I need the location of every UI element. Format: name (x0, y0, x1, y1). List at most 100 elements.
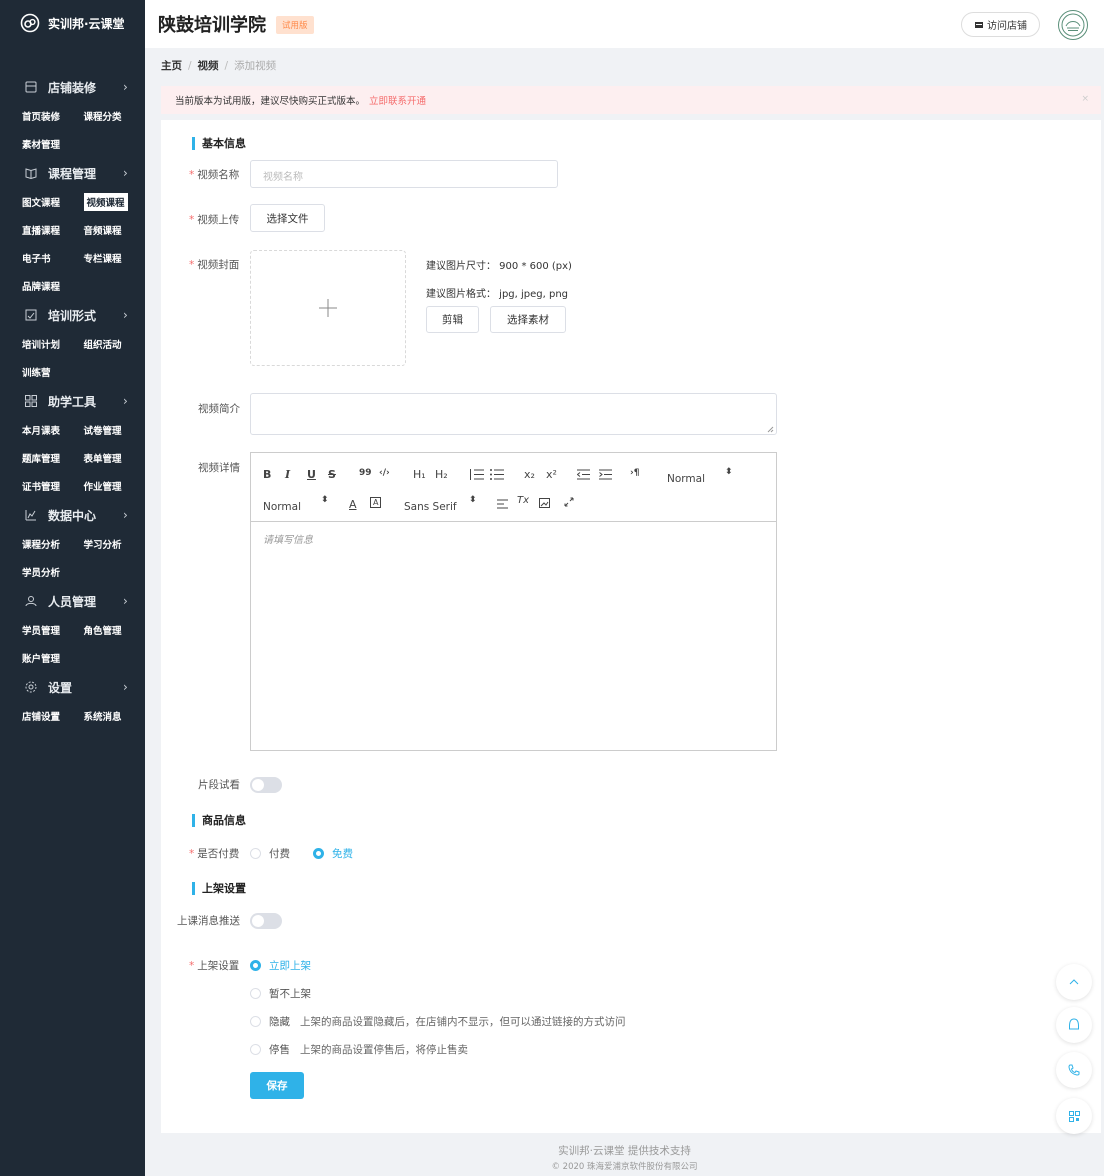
sidebar-item-ebook[interactable]: 电子书 (22, 251, 84, 265)
sidebar-item-system-messages[interactable]: 系统消息 (84, 709, 146, 723)
choose-material-button[interactable]: 选择素材 (490, 306, 566, 333)
image-icon[interactable] (539, 498, 550, 508)
select-arrows-icon[interactable]: ⬍ (321, 495, 329, 505)
visit-store-button[interactable]: 访问店铺 (961, 12, 1040, 37)
menu-group-training-form[interactable]: 培训形式 › (0, 300, 145, 330)
save-button[interactable]: 保存 (250, 1072, 304, 1099)
sidebar-item-training-plan[interactable]: 培训计划 (22, 337, 84, 351)
size-select[interactable]: Normal (263, 501, 301, 513)
sidebar-item-study-analysis[interactable]: 学习分析 (84, 537, 146, 551)
select-arrows-icon[interactable]: ⬍ (725, 467, 733, 477)
menu-group-study-tools[interactable]: 助学工具 › (0, 386, 145, 416)
sidebar-item-activity[interactable]: 组织活动 (84, 337, 146, 351)
crop-button[interactable]: 剪辑 (426, 306, 479, 333)
choose-file-button[interactable]: 选择文件 (250, 204, 325, 232)
font-select[interactable]: Sans Serif (404, 501, 457, 513)
qr-code-button[interactable] (1056, 1098, 1092, 1134)
sidebar-item-certificate[interactable]: 证书管理 (22, 479, 84, 493)
sidebar-item-exam-management[interactable]: 试卷管理 (84, 423, 146, 437)
background-color-icon[interactable]: A (370, 497, 382, 508)
bold-button[interactable]: B (263, 468, 271, 481)
sidebar-item-course-analysis[interactable]: 课程分析 (22, 537, 84, 551)
sidebar-item-student-management[interactable]: 学员管理 (22, 623, 84, 637)
menu-group-store-decoration[interactable]: 店铺装修 › (0, 72, 145, 102)
radio-circle (250, 960, 261, 971)
sidebar-item-student-analysis[interactable]: 学员分析 (22, 565, 90, 579)
h1-button[interactable]: H₁ (413, 468, 426, 481)
breadcrumb-video[interactable]: 视频 (198, 60, 219, 72)
phone-button[interactable] (1056, 1052, 1092, 1088)
video-name-placeholder: 视频名称 (263, 172, 303, 183)
radio-circle (250, 988, 261, 999)
text-direction-icon[interactable]: ›¶ (630, 468, 639, 478)
top-header: 陕鼓培训学院 试用版 访问店铺 (145, 0, 1104, 48)
strikethrough-button[interactable]: S (328, 468, 336, 481)
sidebar-item-account-management[interactable]: 账户管理 (22, 651, 90, 665)
radio-hidden[interactable]: 隐藏 上架的商品设置隐藏后，在店铺内不显示，但可以通过链接的方式访问 (250, 1014, 626, 1029)
radio-not-listed[interactable]: 暂不上架 (250, 986, 311, 1001)
chat-button[interactable] (1056, 1007, 1092, 1043)
bullet-list-icon[interactable] (490, 469, 504, 480)
sidebar-item-monthly-schedule[interactable]: 本月课表 (22, 423, 84, 437)
cover-upload-box[interactable] (250, 250, 406, 366)
chevron-right-icon: › (123, 680, 128, 694)
sidebar-item-live-course[interactable]: 直播课程 (22, 223, 84, 237)
sidebar-item-text-course[interactable]: 图文课程 (22, 195, 84, 209)
menu-group-settings[interactable]: 设置 › (0, 672, 145, 702)
outdent-icon[interactable] (577, 469, 590, 480)
select-arrows-icon[interactable]: ⬍ (469, 495, 477, 505)
quote-icon[interactable]: 99 (359, 468, 372, 478)
sidebar-item-homework[interactable]: 作业管理 (84, 479, 146, 493)
text-color-icon[interactable]: A (349, 498, 357, 511)
sidebar-item-course-category[interactable]: 课程分类 (84, 109, 146, 123)
close-icon[interactable]: × (1081, 94, 1089, 104)
sidebar-item-question-bank[interactable]: 题库管理 (22, 451, 84, 465)
sidebar-item-bootcamp[interactable]: 训练营 (22, 365, 90, 379)
breadcrumb-home[interactable]: 主页 (161, 60, 182, 72)
video-upload-label: * 视频上传 (189, 214, 240, 226)
code-icon[interactable]: ‹/› (379, 468, 390, 478)
sidebar-item-store-settings[interactable]: 店铺设置 (22, 709, 84, 723)
radio-discontinued[interactable]: 停售 上架的商品设置停售后，将停止售卖 (250, 1042, 468, 1057)
footer: 实训邦·云课堂 提供技术支持 © 2020 珠海爱浦京软件股份有限公司 (145, 1143, 1104, 1172)
subscript-button[interactable]: x₂ (524, 468, 535, 481)
logo[interactable]: 实训邦·云课堂 (0, 0, 145, 46)
underline-button[interactable]: U (307, 468, 316, 481)
header-select[interactable]: Normal (667, 473, 705, 485)
sidebar-item-form-management[interactable]: 表单管理 (84, 451, 146, 465)
class-push-toggle[interactable] (250, 913, 282, 929)
radio-list-now[interactable]: 立即上架 (250, 958, 311, 973)
sidebar-item-video-course[interactable]: 视频课程 (83, 193, 146, 211)
menu-group-data-center[interactable]: 数据中心 › (0, 500, 145, 530)
sidebar-item-brand-course[interactable]: 品牌课程 (22, 279, 90, 293)
rich-text-editor[interactable]: 请填写信息 (250, 521, 777, 751)
align-icon[interactable] (497, 499, 508, 509)
sidebar-item-column-course[interactable]: 专栏课程 (84, 251, 146, 265)
menu-group-label: 数据中心 (48, 508, 97, 523)
storefront-icon (24, 80, 38, 94)
avatar[interactable] (1058, 10, 1088, 40)
h2-button[interactable]: H₂ (435, 468, 448, 481)
radio-free[interactable]: 免费 (313, 846, 353, 861)
breadcrumb: 主页 / 视频 / 添加视频 (161, 58, 276, 73)
radio-paid[interactable]: 付费 (250, 846, 290, 861)
italic-button[interactable]: I (285, 468, 290, 481)
menu-group-course-management[interactable]: 课程管理 › (0, 158, 145, 188)
footer-copyright: © 2020 珠海爱浦京软件股份有限公司 (551, 1162, 698, 1172)
sidebar-item-role-management[interactable]: 角色管理 (84, 623, 146, 637)
video-intro-textarea[interactable] (250, 393, 777, 435)
sidebar-item-home-decoration[interactable]: 首页装修 (22, 109, 84, 123)
scroll-top-button[interactable] (1056, 964, 1092, 1000)
superscript-button[interactable]: x² (546, 468, 557, 481)
clear-format-icon[interactable]: Tx (517, 495, 529, 506)
contact-link[interactable]: 立即联系开通 (369, 93, 426, 107)
video-name-input[interactable]: 视频名称 (250, 160, 558, 188)
menu-group-people-management[interactable]: 人员管理 › (0, 586, 145, 616)
ordered-list-icon[interactable] (470, 469, 484, 480)
preview-clip-toggle[interactable] (250, 777, 282, 793)
resize-handle-icon[interactable] (767, 426, 774, 433)
fullscreen-icon[interactable] (564, 497, 574, 507)
sidebar-item-material[interactable]: 素材管理 (22, 137, 90, 151)
indent-icon[interactable] (599, 469, 612, 480)
sidebar-item-audio-course[interactable]: 音频课程 (84, 223, 146, 237)
